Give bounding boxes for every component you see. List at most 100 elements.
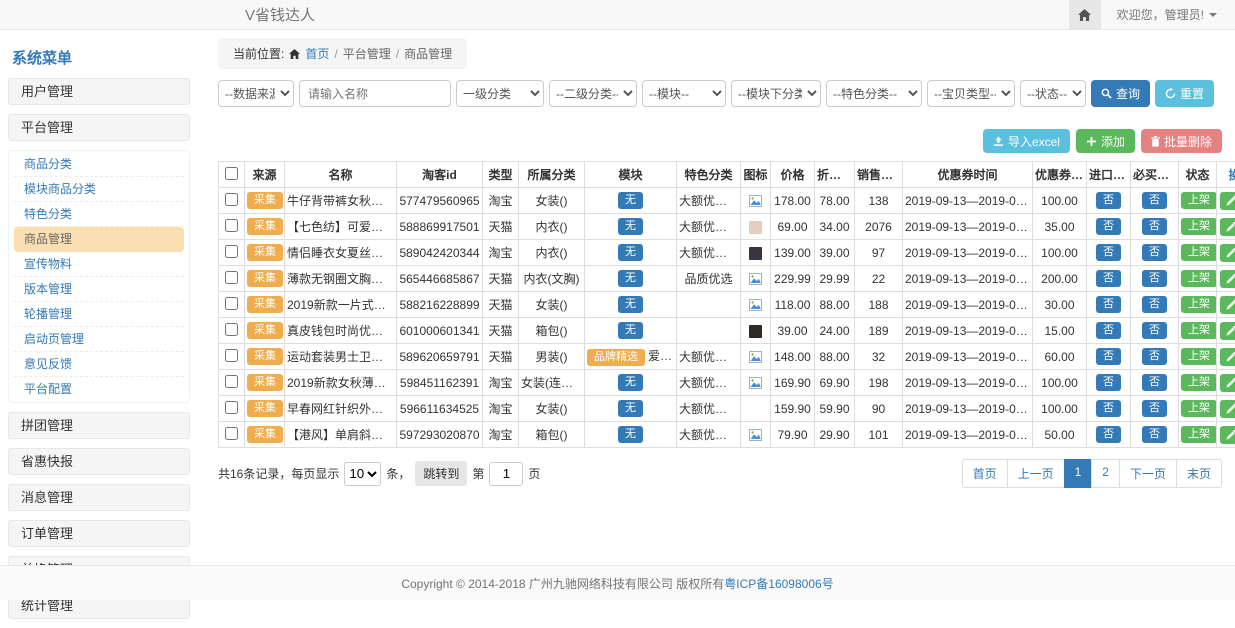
must-buy-toggle[interactable]: 否 (1142, 322, 1167, 339)
pager-prev[interactable]: 上一页 (1007, 459, 1065, 488)
row-checkbox[interactable] (225, 323, 238, 336)
import-select-toggle[interactable]: 否 (1096, 400, 1121, 417)
data-source-select[interactable]: --数据来源-- (218, 80, 294, 107)
sidebar-group[interactable]: 订单管理 (8, 520, 190, 547)
breadcrumb-separator: / (334, 47, 337, 61)
table-row: 采集薄款无钢圈文胸聚拢性...565446685867天猫内衣(文胸)无品质优选… (219, 266, 1235, 292)
edit-button[interactable] (1220, 400, 1235, 418)
home-button[interactable] (1069, 0, 1101, 29)
edit-button[interactable] (1220, 270, 1235, 288)
row-checkbox[interactable] (225, 349, 238, 362)
row-checkbox[interactable] (225, 219, 238, 232)
edit-button[interactable] (1220, 218, 1235, 236)
pager-last[interactable]: 末页 (1176, 459, 1222, 488)
edit-button[interactable] (1220, 348, 1235, 366)
sidebar-item[interactable]: 轮播管理 (14, 302, 184, 327)
must-buy-toggle[interactable]: 否 (1142, 348, 1167, 365)
icp-link[interactable]: 粤ICP备16098006号 (724, 575, 833, 592)
import-select-toggle[interactable]: 否 (1096, 218, 1121, 235)
import-select-toggle[interactable]: 否 (1096, 296, 1121, 313)
reset-button[interactable]: 重置 (1155, 80, 1214, 107)
row-checkbox[interactable] (225, 375, 238, 388)
pager-first[interactable]: 首页 (962, 459, 1008, 488)
sidebar-group[interactable]: 消息管理 (8, 484, 190, 511)
status-badge[interactable]: 上架 (1181, 348, 1217, 365)
sidebar-group[interactable]: 拼团管理 (8, 412, 190, 439)
sidebar-item[interactable]: 模块商品分类 (14, 177, 184, 202)
search-button[interactable]: 查询 (1091, 80, 1150, 107)
sidebar-item[interactable]: 启动页管理 (14, 327, 184, 352)
sidebar-item[interactable]: 商品分类 (14, 152, 184, 177)
import-select-toggle[interactable]: 否 (1096, 348, 1121, 365)
icon-cell (741, 240, 771, 266)
status-badge[interactable]: 上架 (1181, 400, 1217, 417)
user-menu[interactable]: 欢迎您，管理员! (1117, 6, 1217, 23)
pager-next[interactable]: 下一页 (1119, 459, 1177, 488)
row-checkbox[interactable] (225, 297, 238, 310)
import-select-toggle[interactable]: 否 (1096, 244, 1121, 261)
edit-button[interactable] (1220, 244, 1235, 262)
must-buy-toggle[interactable]: 否 (1142, 296, 1167, 313)
status-badge[interactable]: 上架 (1181, 192, 1217, 209)
row-checkbox[interactable] (225, 245, 238, 258)
row-checkbox[interactable] (225, 193, 238, 206)
must-buy-toggle[interactable]: 否 (1142, 374, 1167, 391)
import-select-toggle[interactable]: 否 (1096, 426, 1121, 443)
row-checkbox[interactable] (225, 401, 238, 414)
status-badge[interactable]: 上架 (1181, 426, 1217, 443)
edit-button[interactable] (1220, 374, 1235, 392)
page-number-input[interactable] (489, 462, 523, 486)
sidebar-group[interactable]: 平台管理 (8, 114, 190, 141)
item-type-select[interactable]: --宝贝类型-- (927, 80, 1015, 107)
coupon-amount: 35.00 (1033, 214, 1087, 240)
must-buy-toggle[interactable]: 否 (1142, 426, 1167, 443)
sidebar-group[interactable]: 省惠快报 (8, 448, 190, 475)
icon-cell (741, 188, 771, 214)
module-subcategory-select[interactable]: --模块下分类-- (731, 80, 821, 107)
sidebar-item[interactable]: 平台配置 (14, 377, 184, 401)
edit-button[interactable] (1220, 426, 1235, 444)
pager-page-2[interactable]: 2 (1091, 459, 1120, 488)
import-select-toggle[interactable]: 否 (1096, 192, 1121, 209)
must-buy-toggle[interactable]: 否 (1142, 244, 1167, 261)
level2-category-select[interactable]: --二级分类-- (549, 80, 637, 107)
edit-button[interactable] (1220, 296, 1235, 314)
jump-button[interactable]: 跳转到 (415, 461, 467, 486)
edit-button[interactable] (1220, 322, 1235, 340)
add-button[interactable]: 添加 (1076, 129, 1135, 153)
status-badge[interactable]: 上架 (1181, 374, 1217, 391)
module-select[interactable]: --模块-- (642, 80, 726, 107)
import-select-toggle[interactable]: 否 (1096, 374, 1121, 391)
batch-delete-button[interactable]: 批量删除 (1141, 129, 1222, 153)
status-badge[interactable]: 上架 (1181, 296, 1217, 313)
status-badge[interactable]: 上架 (1181, 244, 1217, 261)
feature-category (677, 318, 741, 344)
must-buy-toggle[interactable]: 否 (1142, 218, 1167, 235)
row-checkbox[interactable] (225, 271, 238, 284)
sidebar-item[interactable]: 宣传物料 (14, 252, 184, 277)
status-select[interactable]: --状态-- (1020, 80, 1086, 107)
feature-category-select[interactable]: --特色分类-- (826, 80, 922, 107)
level1-category-select[interactable]: 一级分类 (456, 80, 544, 107)
import-excel-button[interactable]: 导入excel (983, 129, 1070, 153)
import-select-toggle[interactable]: 否 (1096, 322, 1121, 339)
must-buy-toggle[interactable]: 否 (1142, 270, 1167, 287)
sidebar-item[interactable]: 商品管理 (14, 227, 184, 252)
sidebar-item[interactable]: 特色分类 (14, 202, 184, 227)
sidebar-group[interactable]: 用户管理 (8, 78, 190, 105)
breadcrumb-home-link[interactable]: 首页 (305, 45, 329, 62)
status-badge[interactable]: 上架 (1181, 218, 1217, 235)
row-checkbox[interactable] (225, 427, 238, 440)
status-badge[interactable]: 上架 (1181, 270, 1217, 287)
edit-button[interactable] (1220, 192, 1235, 210)
must-buy-toggle[interactable]: 否 (1142, 192, 1167, 209)
pager-page-1[interactable]: 1 (1064, 459, 1093, 488)
select-all-checkbox[interactable] (225, 167, 238, 180)
per-page-select[interactable]: 10 (344, 462, 381, 486)
name-search-input[interactable] (299, 80, 451, 107)
status-badge[interactable]: 上架 (1181, 322, 1217, 339)
sidebar-item[interactable]: 版本管理 (14, 277, 184, 302)
must-buy-toggle[interactable]: 否 (1142, 400, 1167, 417)
sidebar-item[interactable]: 意见反馈 (14, 352, 184, 377)
import-select-toggle[interactable]: 否 (1096, 270, 1121, 287)
